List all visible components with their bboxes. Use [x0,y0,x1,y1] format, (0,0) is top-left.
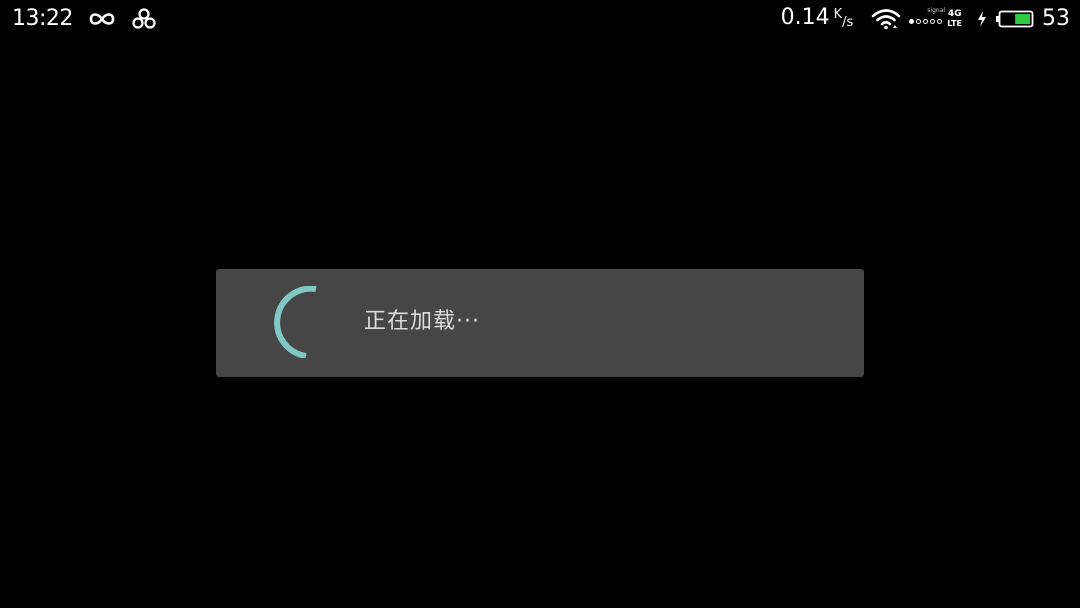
network-speed-value: 0.14 [780,4,830,30]
network-speed-unit-s: s [846,14,854,30]
wifi-icon [871,9,901,30]
status-bar-left: 13:22 [12,4,157,34]
infinity-icon [89,13,115,25]
screen: 13:22 0.14 K / s signal 4G LTE 53 正在加载··… [0,0,1080,608]
status-bar: 13:22 0.14 K / s signal 4G LTE 53 [0,0,1080,38]
signal-strength: signal 4G LTE [909,7,962,29]
loading-message: 正在加载··· [364,309,480,334]
network-type-lte: LTE [947,19,962,28]
battery-level: 53 [1042,6,1070,31]
status-time: 13:22 [12,6,73,31]
signal-dot [930,18,936,24]
signal-dot [937,18,943,24]
status-bar-right: 0.14 K / s signal 4G LTE 53 [781,4,1070,34]
signal-label: signal [927,7,946,14]
battery-icon [996,10,1034,28]
network-speed-unit-k: K [833,6,843,22]
network-type: 4G LTE [947,9,962,29]
clover-icon [132,8,156,29]
signal-dots [909,18,943,24]
signal-dot [916,18,922,24]
network-speed: 0.14 K / s [781,3,854,36]
battery-fill [1015,14,1030,24]
signal-dot [909,18,915,24]
signal-dot [923,18,929,24]
network-type-4g: 4G [947,9,962,19]
loading-spinner-icon [274,286,317,358]
charging-bolt-icon [978,11,986,27]
